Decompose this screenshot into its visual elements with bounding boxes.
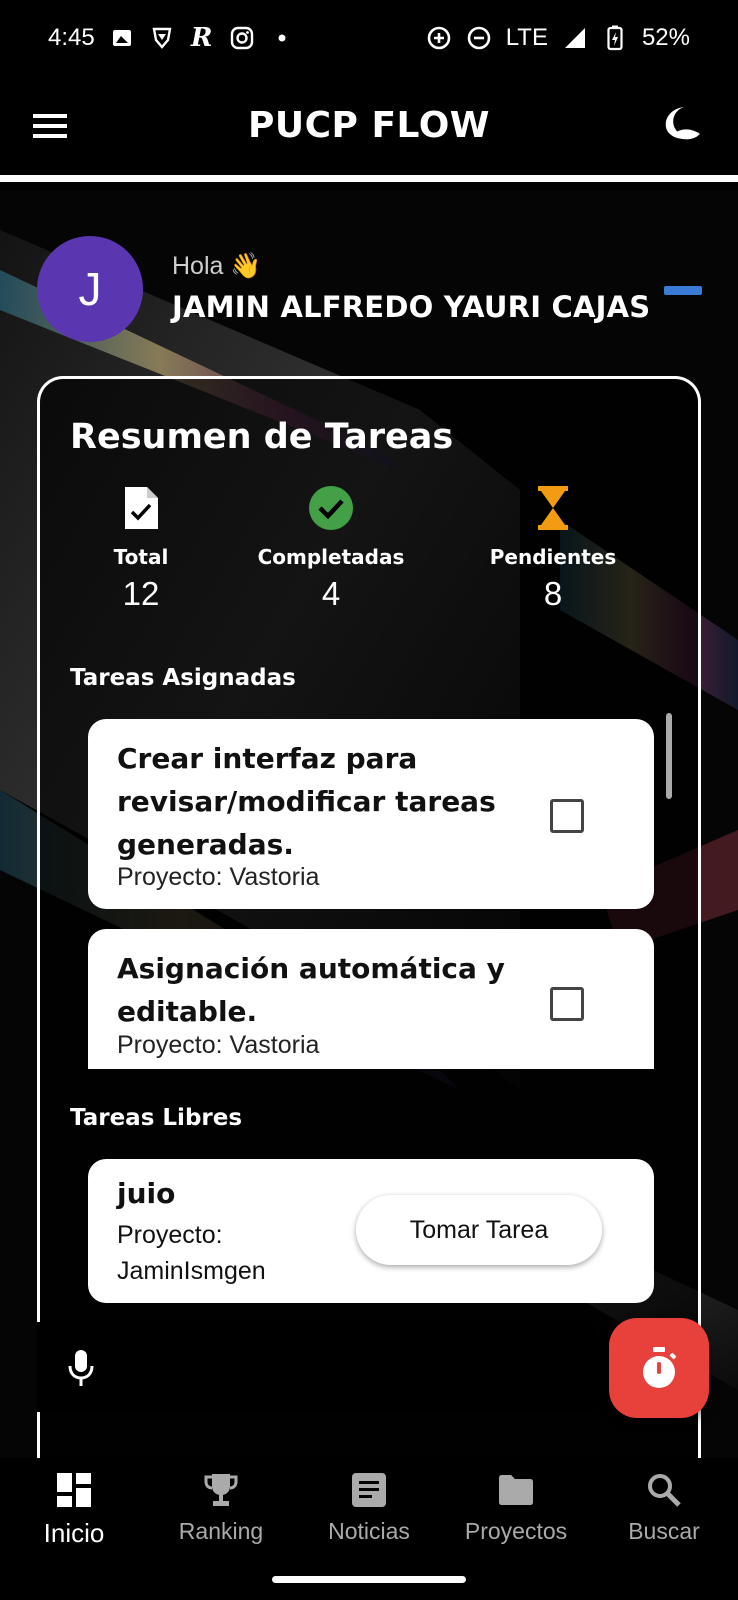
brave-icon — [149, 25, 175, 51]
stat-total-value: 12 — [122, 575, 160, 612]
free-task-title: juio — [117, 1177, 176, 1210]
r-app-icon: R — [190, 23, 213, 53]
task-checkbox[interactable] — [550, 987, 584, 1021]
task-title: Asignación automática y editable. — [117, 952, 505, 1028]
nav-item-ranking[interactable]: Ranking — [147, 1470, 295, 1545]
nav-item-inicio[interactable]: Inicio — [0, 1470, 148, 1549]
user-name: JAMIN ALFREDO YAURI CAJAS — [172, 290, 651, 324]
task-project: Proyecto: Vastoria — [117, 1031, 320, 1059]
nav-item-proyectos[interactable]: Proyectos — [442, 1470, 590, 1545]
signal-icon — [562, 25, 588, 51]
nav-label: Ranking — [178, 1518, 264, 1544]
task-document-icon — [56, 483, 226, 533]
battery-level: 52% — [641, 24, 690, 51]
dashboard-icon — [0, 1470, 148, 1510]
mic-button[interactable] — [63, 1348, 99, 1388]
data-saver-icon — [426, 25, 452, 51]
theme-toggle-button[interactable] — [660, 102, 704, 146]
menu-button[interactable] — [30, 106, 70, 146]
hamburger-menu-icon — [33, 114, 67, 138]
assigned-list-scrollbar[interactable] — [666, 713, 672, 799]
greeting-text: Hola 👋 — [172, 252, 262, 280]
stat-completed: Completadas 4 — [246, 483, 416, 613]
mini-badge — [664, 286, 702, 295]
search-icon — [590, 1470, 738, 1510]
voice-input-bar — [37, 1322, 597, 1412]
assigned-tasks-list[interactable]: Crear interfaz para revisar/modificar ta… — [88, 719, 654, 1069]
user-greeting: J Hola 👋 JAMIN ALFREDO YAURI CAJAS — [37, 236, 717, 346]
notification-image-icon — [109, 25, 135, 51]
article-icon — [295, 1470, 443, 1510]
nav-item-noticias[interactable]: Noticias — [295, 1470, 443, 1545]
more-notifications-dot-icon — [269, 25, 295, 51]
take-task-button[interactable]: Tomar Tarea — [356, 1195, 602, 1265]
app-bar-divider — [0, 175, 738, 182]
stat-total: Total 12 — [56, 483, 226, 613]
stat-pending-label: Pendientes — [489, 545, 617, 569]
assigned-tasks-label: Tareas Asignadas — [70, 665, 296, 691]
stat-completed-value: 4 — [321, 575, 341, 612]
status-time: 4:45 — [48, 24, 95, 51]
timer-fab-button[interactable] — [609, 1318, 709, 1418]
avatar[interactable]: J — [37, 236, 143, 342]
check-circle-icon — [246, 483, 416, 533]
task-summary-card: Resumen de Tareas Total 12 Completadas 4… — [37, 376, 701, 1466]
network-type: LTE — [505, 24, 548, 51]
assigned-task-item[interactable]: Asignación automática y editable. Proyec… — [88, 929, 654, 1069]
timer-icon — [643, 1347, 677, 1388]
nav-item-buscar[interactable]: Buscar — [590, 1470, 738, 1545]
task-checkbox[interactable] — [550, 799, 584, 833]
summary-title: Resumen de Tareas — [70, 417, 454, 457]
stat-completed-label: Completadas — [257, 545, 405, 569]
bottom-navigation: Inicio Ranking Noticias Proyectos Buscar — [0, 1458, 738, 1558]
nav-label: Buscar — [628, 1518, 700, 1544]
app-title: PUCP FLOW — [247, 104, 490, 146]
hourglass-icon — [468, 483, 638, 533]
free-task-project: Proyecto: JaminIsmgen — [117, 1221, 266, 1285]
free-tasks-label: Tareas Libres — [70, 1105, 243, 1131]
battery-charging-icon — [602, 25, 628, 51]
nav-label: Inicio — [43, 1518, 105, 1548]
task-title: Crear interfaz para revisar/modificar ta… — [117, 742, 496, 861]
app-bar: PUCP FLOW — [0, 76, 738, 174]
summary-stats: Total 12 Completadas 4 Pendientes 8 — [40, 483, 698, 623]
trophy-icon — [147, 1470, 295, 1510]
free-task-item[interactable]: juio Proyecto: JaminIsmgen Tomar Tarea — [88, 1159, 654, 1303]
stat-pending: Pendientes 8 — [468, 483, 638, 613]
mic-icon — [68, 1350, 94, 1386]
stat-total-label: Total — [113, 545, 169, 569]
folder-icon — [442, 1470, 590, 1510]
task-project: Proyecto: Vastoria — [117, 863, 320, 891]
nav-label: Noticias — [328, 1518, 410, 1544]
do-not-disturb-icon — [466, 25, 492, 51]
assigned-task-item[interactable]: Crear interfaz para revisar/modificar ta… — [88, 719, 654, 909]
home-indicator[interactable] — [272, 1576, 466, 1583]
instagram-icon — [229, 25, 255, 51]
night-mode-icon — [665, 107, 700, 140]
nav-label: Proyectos — [464, 1518, 568, 1544]
stat-pending-value: 8 — [543, 575, 563, 612]
status-bar: 4:45 R LTE 52% — [0, 0, 738, 76]
